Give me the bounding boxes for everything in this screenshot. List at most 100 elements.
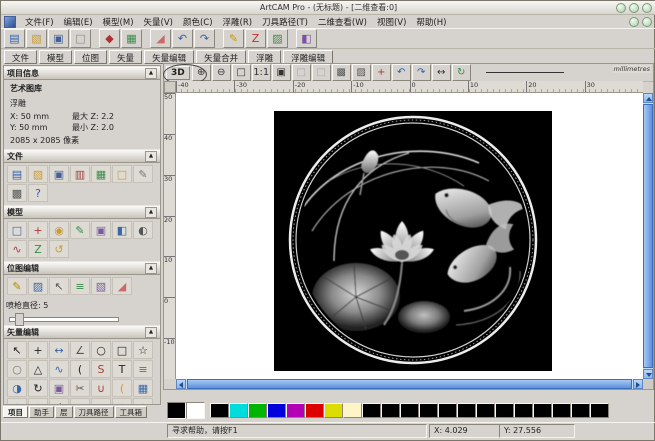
help-icon[interactable]: ? — [28, 184, 48, 202]
collapse-icon[interactable]: ▲ — [145, 262, 157, 274]
export-icon[interactable]: ▦ — [91, 165, 111, 183]
zoom-in-icon[interactable]: ⊕ — [191, 64, 211, 81]
smooth-relief-icon[interactable]: ∿ — [7, 240, 27, 258]
create-star-icon[interactable]: ☆ — [133, 341, 153, 359]
open-file-icon[interactable]: ▧ — [28, 165, 48, 183]
fillet-icon[interactable]: ( — [112, 379, 132, 397]
mirror-vectors-icon[interactable]: ◑ — [7, 379, 27, 397]
pan-view-icon[interactable]: ↔ — [431, 64, 451, 81]
close-button[interactable] — [642, 3, 652, 13]
panel-tab-5[interactable]: 工具箱 — [114, 406, 147, 418]
redo-icon[interactable]: ↷ — [194, 29, 215, 48]
import-icon[interactable]: ▥ — [70, 165, 90, 183]
zoom-fit-icon[interactable]: ▣ — [271, 64, 291, 81]
menu-item[interactable]: 帮助(H) — [411, 16, 451, 28]
model-notes-icon[interactable]: ✎ — [70, 221, 90, 239]
palette-swatch[interactable] — [419, 403, 438, 418]
reduce-colours-icon[interactable]: ▧ — [91, 277, 111, 295]
clipart-library-icon[interactable]: ▦ — [121, 29, 142, 48]
pencil-icon[interactable]: ✎ — [223, 29, 244, 48]
horizontal-scrollbar[interactable] — [176, 379, 643, 389]
blank-swatch-icon[interactable]: □ — [291, 64, 311, 81]
invert-relief-icon[interactable]: ◐ — [133, 221, 153, 239]
blank-page-icon[interactable]: □ — [70, 29, 91, 48]
preview-relief-icon[interactable]: ◧ — [296, 29, 317, 48]
menu-item[interactable]: 矢量(V) — [139, 16, 178, 28]
zoom-1to1-icon[interactable]: 1:1 — [251, 64, 271, 81]
palette-swatch[interactable] — [248, 403, 267, 418]
palette-swatch[interactable] — [267, 403, 286, 418]
create-rectangle-icon[interactable]: □ — [112, 341, 132, 359]
create-text-icon[interactable]: T — [112, 360, 132, 378]
offset-vector-icon[interactable]: ≡ — [133, 360, 153, 378]
palette-swatch[interactable] — [495, 403, 514, 418]
trim-vectors-icon[interactable]: ✂ — [70, 379, 90, 397]
panel-tab-2[interactable]: 助手 — [29, 406, 54, 418]
palette-swatch[interactable] — [457, 403, 476, 418]
palette-swatch[interactable] — [476, 403, 495, 418]
collapse-icon[interactable]: ▲ — [145, 326, 157, 338]
collapse-icon[interactable]: ▲ — [145, 206, 157, 218]
toolbar-tab[interactable]: 模型 — [39, 50, 73, 64]
palette-swatch[interactable] — [400, 403, 419, 418]
create-circle-icon[interactable]: ○ — [91, 341, 111, 359]
airbrush-diameter-slider[interactable] — [9, 313, 119, 326]
new-file-icon[interactable]: ▤ — [7, 165, 27, 183]
palette-swatch[interactable] — [210, 403, 229, 418]
undo-icon[interactable]: ↶ — [172, 29, 193, 48]
paint-icon[interactable]: ▨ — [267, 29, 288, 48]
refresh-view-icon[interactable]: ↻ — [451, 64, 471, 81]
panel-tab-4[interactable]: 刀具路径 — [73, 406, 114, 418]
slice-vectors-icon[interactable]: / — [49, 398, 69, 404]
toolbar-tab[interactable]: 浮雕编辑 — [283, 50, 334, 64]
menu-item[interactable]: 模型(M) — [98, 16, 139, 28]
join-vectors-icon[interactable]: ∪ — [91, 379, 111, 397]
palette-swatch[interactable] — [438, 403, 457, 418]
toolbar-tab[interactable]: 文件 — [4, 50, 38, 64]
palette-swatch[interactable] — [514, 403, 533, 418]
colour-picker-icon[interactable]: ↖ — [49, 277, 69, 295]
reset-relief-icon[interactable]: ↺ — [49, 240, 69, 258]
toggle-vector-view-icon[interactable]: ▨ — [351, 64, 371, 81]
select-vectors-icon[interactable]: ↖ — [7, 341, 27, 359]
transform-vectors-icon[interactable]: ↔ — [49, 341, 69, 359]
align-vectors-icon[interactable]: : — [70, 398, 90, 404]
toolbar-tab[interactable]: 矢量合并 — [196, 50, 247, 64]
palette-swatch[interactable] — [552, 403, 571, 418]
save-model-icon[interactable]: ▣ — [48, 29, 69, 48]
menu-item[interactable]: 浮雕(R) — [218, 16, 258, 28]
copy-model-icon[interactable]: ▣ — [91, 221, 111, 239]
vertical-scroll-thumb[interactable] — [643, 104, 653, 368]
menu-item[interactable]: 视图(V) — [372, 16, 411, 28]
vertical-scrollbar[interactable] — [643, 93, 653, 379]
print-icon[interactable]: ▩ — [7, 184, 27, 202]
palette-swatch[interactable] — [533, 403, 552, 418]
toggle-origin-icon[interactable]: + — [371, 64, 391, 81]
next-view-icon[interactable]: ↷ — [411, 64, 431, 81]
save-file-icon[interactable]: ▣ — [49, 165, 69, 183]
toggle-bitmap-view-icon[interactable]: ▩ — [331, 64, 351, 81]
menu-item[interactable]: 颜色(C) — [178, 16, 218, 28]
bitmap-eraser-icon[interactable]: ◢ — [112, 277, 132, 295]
palette-swatch[interactable] — [286, 403, 305, 418]
toolbar-tab[interactable]: 矢量 — [109, 50, 143, 64]
toolbar-tab[interactable]: 位图 — [74, 50, 108, 64]
collapse-icon[interactable]: ▲ — [145, 67, 157, 79]
create-ellipse-icon[interactable]: ○ — [7, 360, 27, 378]
toolbar-tab[interactable]: 矢量编辑 — [144, 50, 195, 64]
group-vectors-icon[interactable]: ▦ — [133, 379, 153, 397]
distribute-vectors-icon[interactable]: ∷ — [91, 398, 111, 404]
palette-swatch[interactable] — [381, 403, 400, 418]
create-polygon-icon[interactable]: △ — [28, 360, 48, 378]
minimize-button[interactable] — [616, 3, 626, 13]
eraser-icon[interactable]: ◢ — [150, 29, 171, 48]
zoom-box-icon[interactable]: □ — [231, 64, 251, 81]
open-model-icon[interactable]: ▧ — [26, 29, 47, 48]
secondary-colour-swatch[interactable] — [186, 402, 205, 419]
scroll-down-button[interactable] — [643, 369, 653, 379]
draw-icon[interactable]: ✎ — [7, 277, 27, 295]
menu-item[interactable]: 二维查看(W) — [313, 16, 372, 28]
measure-icon[interactable]: ∠ — [70, 341, 90, 359]
palette-swatch[interactable] — [590, 403, 609, 418]
block-copy-icon[interactable]: ▣ — [49, 379, 69, 397]
